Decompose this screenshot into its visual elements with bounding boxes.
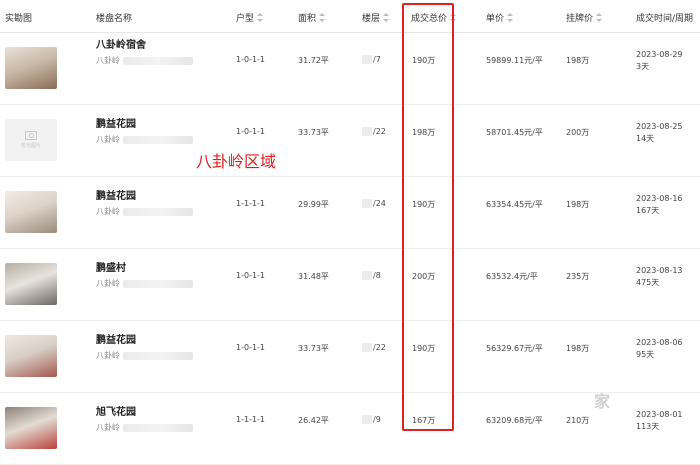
listing-floor: /22 (362, 343, 386, 352)
listing-district: 八卦岭 (96, 422, 193, 433)
header-date: 成交时间/周期 (636, 14, 694, 24)
table-row[interactable]: 鹏盛村 八卦岭 1-0-1-1 31.48平 /8 200万 63532.4元/… (0, 249, 700, 321)
watermark: 家 (594, 392, 611, 411)
listing-layout: 1-0-1-1 (236, 271, 266, 280)
listing-name[interactable]: 八卦岭宿舍 (96, 36, 146, 51)
listing-area: 31.72平 (298, 56, 329, 65)
listing-unit-price: 59899.11元/平 (486, 56, 543, 65)
listing-layout: 1-0-1-1 (236, 343, 266, 352)
camera-icon (25, 131, 37, 140)
listing-photo[interactable] (5, 191, 57, 233)
listing-layout: 1-0-1-1 (236, 55, 266, 64)
table-row[interactable]: 鹏益花园 八卦岭 1-0-1-1 33.73平 /22 190万 56329.6… (0, 321, 700, 393)
header-layout[interactable]: 户型 (236, 11, 264, 24)
table-row[interactable]: 暂无图片 鹏益花园 八卦岭 1-0-1-1 33.73平 /22 198万 58… (0, 105, 700, 177)
listing-floor: /7 (362, 55, 381, 64)
placeholder-text: 暂无图片 (20, 143, 41, 149)
listing-layout: 1-0-1-1 (236, 127, 266, 136)
listing-unit-price: 63354.45元/平 (486, 200, 543, 209)
listing-photo[interactable] (5, 47, 57, 89)
listing-layout: 1-1-1-1 (236, 199, 266, 208)
listing-list-price: 198万 (566, 344, 590, 353)
listing-floor: /9 (362, 415, 381, 424)
sort-icon[interactable] (596, 13, 603, 22)
header-area[interactable]: 面积 (298, 11, 326, 24)
table-row[interactable]: 八卦岭宿舍 八卦岭 1-0-1-1 31.72平 /7 190万 59899.1… (0, 33, 700, 105)
table-header: 实勘图 楼盘名称 户型 面积 楼层 成交总价 单价 挂牌价 成交时间/周期 (0, 0, 700, 33)
listing-area: 26.42平 (298, 416, 329, 425)
header-unit-price[interactable]: 单价 (486, 11, 514, 24)
listing-floor: /22 (362, 127, 386, 136)
masked-address (123, 279, 193, 288)
listing-date: 2023-08-06 95天 (636, 338, 683, 359)
listing-floor: /24 (362, 199, 386, 208)
listing-list-price: 198万 (566, 56, 590, 65)
listing-area: 31.48平 (298, 272, 329, 281)
annotation-label: 八卦岭区域 (196, 152, 277, 171)
listing-date: 2023-08-13 475天 (636, 266, 683, 287)
listing-name[interactable]: 鹏盛村 (96, 259, 126, 274)
listing-list-price: 210万 (566, 416, 590, 425)
listing-photo-placeholder[interactable]: 暂无图片 (5, 119, 57, 161)
masked-address (123, 56, 193, 65)
listing-photo[interactable] (5, 407, 57, 449)
listing-district: 八卦岭 (96, 55, 193, 66)
header-photo: 实勘图 (5, 14, 33, 24)
sort-icon[interactable] (257, 13, 264, 22)
listing-photo[interactable] (5, 263, 57, 305)
listing-district: 八卦岭 (96, 350, 193, 361)
listing-photo[interactable] (5, 335, 57, 377)
header-floor[interactable]: 楼层 (362, 11, 390, 24)
listing-district: 八卦岭 (96, 206, 193, 217)
masked-address (123, 207, 193, 216)
table-row[interactable]: 鹏益花园 八卦岭 1-1-1-1 29.99平 /24 190万 63354.4… (0, 177, 700, 249)
listing-district: 八卦岭 (96, 134, 193, 145)
highlight-box (402, 3, 454, 431)
sort-icon[interactable] (383, 13, 390, 22)
listing-district: 八卦岭 (96, 278, 193, 289)
header-name: 楼盘名称 (96, 14, 133, 24)
listing-unit-price: 58701.45元/平 (486, 128, 543, 137)
listing-area: 33.73平 (298, 344, 329, 353)
listing-list-price: 235万 (566, 272, 590, 281)
listing-name[interactable]: 旭飞花园 (96, 403, 136, 418)
listing-name[interactable]: 鹏益花园 (96, 187, 136, 202)
sort-icon[interactable] (507, 13, 514, 22)
listing-list-price: 198万 (566, 200, 590, 209)
listing-unit-price: 56329.67元/平 (486, 344, 543, 353)
listing-name[interactable]: 鹏益花园 (96, 115, 136, 130)
masked-address (123, 351, 193, 360)
sort-icon[interactable] (319, 13, 326, 22)
listing-name[interactable]: 鹏益花园 (96, 331, 136, 346)
listing-floor: /8 (362, 271, 381, 280)
listing-unit-price: 63209.68元/平 (486, 416, 543, 425)
masked-address (123, 423, 193, 432)
listing-date: 2023-08-16 167天 (636, 194, 683, 215)
listing-date: 2023-08-25 14天 (636, 122, 683, 143)
listing-layout: 1-1-1-1 (236, 415, 266, 424)
listing-unit-price: 63532.4元/平 (486, 272, 538, 281)
listing-area: 29.99平 (298, 200, 329, 209)
listing-area: 33.73平 (298, 128, 329, 137)
listing-date: 2023-08-29 3天 (636, 50, 683, 71)
listing-date: 2023-08-01 113天 (636, 410, 683, 431)
masked-address (123, 135, 193, 144)
header-list-price[interactable]: 挂牌价 (566, 11, 603, 24)
listing-list-price: 200万 (566, 128, 590, 137)
